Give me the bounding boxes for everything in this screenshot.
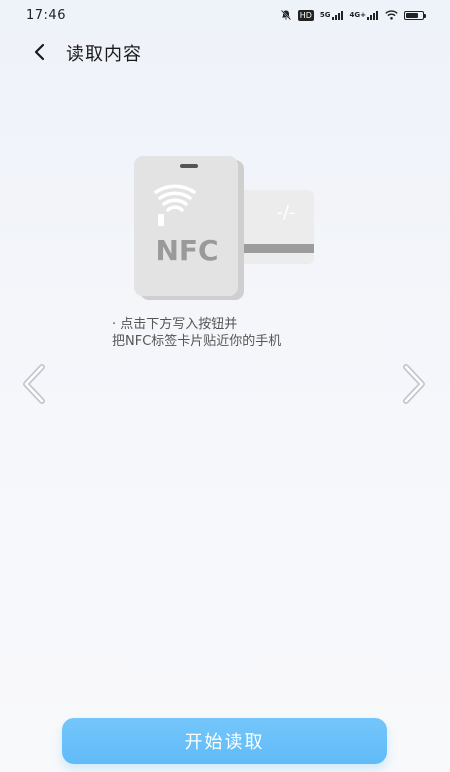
status-icons: HD 5G 4G+ xyxy=(280,9,426,21)
signal-5g-icon: 5G xyxy=(320,9,344,21)
status-time: 17:46 xyxy=(26,8,66,23)
hd-icon: HD xyxy=(297,9,314,21)
nfc-label: NFC xyxy=(155,234,218,267)
signal-4g-label: 4G+ xyxy=(349,11,366,19)
signal-4g-icon: 4G+ xyxy=(350,9,379,21)
instruction-line-2: 把NFC标签卡片贴近你的手机 xyxy=(112,334,282,349)
prev-arrow-button[interactable] xyxy=(16,362,50,406)
signal-5g-label: 5G xyxy=(319,11,331,19)
next-arrow-button[interactable] xyxy=(398,362,432,406)
chevron-right-icon xyxy=(403,364,425,404)
battery xyxy=(404,10,426,20)
wifi-icon xyxy=(385,9,398,21)
header: 读取内容 xyxy=(0,34,450,70)
svg-text:-/-: -/- xyxy=(276,202,295,223)
battery-fill xyxy=(406,12,418,18)
status-bar: 17:46 HD 5G 4G+ xyxy=(0,0,450,30)
chevron-left-icon xyxy=(34,43,45,61)
chevron-left-icon xyxy=(23,364,45,404)
nfc-illustration: -/- NFC xyxy=(130,152,320,302)
instructions: · 点击下方写入按钮并 把NFC标签卡片贴近你的手机 xyxy=(112,316,372,350)
mute-icon xyxy=(280,9,292,21)
battery-icon xyxy=(404,9,426,21)
start-reading-button[interactable]: 开始读取 xyxy=(62,718,387,764)
back-button[interactable] xyxy=(26,38,54,66)
page-title: 读取内容 xyxy=(66,44,142,65)
instruction-line-1: · 点击下方写入按钮并 xyxy=(112,317,238,332)
hd-badge: HD xyxy=(297,9,314,21)
screen: 17:46 HD 5G 4G+ 读取内容 -/- NFC · 点击下方写入按钮并… xyxy=(0,0,450,772)
start-reading-label: 开始读取 xyxy=(184,732,265,753)
nfc-phone-card-icon: -/- NFC xyxy=(134,156,314,300)
